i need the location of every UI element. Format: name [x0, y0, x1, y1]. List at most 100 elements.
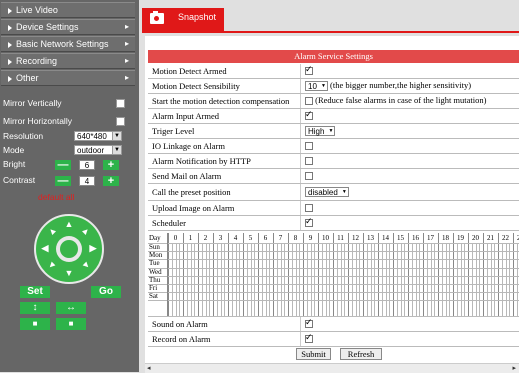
refresh-button[interactable]: Refresh [340, 348, 382, 360]
scheduler-row-line [148, 267, 519, 269]
scheduler-row-line [148, 292, 519, 294]
scheduler-slot-line [336, 243, 338, 316]
chevron-right-icon: ▸ [124, 56, 129, 65]
row-label: Alarm Input Armed [152, 111, 220, 121]
scheduler-slot-line [479, 243, 481, 316]
alarm-input-armed-checkbox[interactable] [305, 109, 313, 121]
mirror-vertically-checkbox[interactable] [116, 99, 125, 108]
send-mail-checkbox[interactable] [305, 172, 313, 181]
motion-compensation-checkbox[interactable] [305, 97, 313, 106]
scheduler-slot-line [261, 243, 263, 316]
nav-label: Live Video [16, 5, 58, 15]
preset-position-select[interactable]: disabled [305, 187, 349, 198]
bright-label: Bright [3, 159, 26, 169]
scheduler-hour-label: 21 [487, 234, 494, 242]
row-label: Upload Image on Alarm [152, 203, 235, 213]
pan-down-left-arrow-icon[interactable]: ▼ [44, 257, 60, 273]
scheduler-grid[interactable]: Day0123456789101112131415161718192021222… [148, 233, 519, 317]
sound-on-alarm-checkbox[interactable] [305, 317, 313, 329]
ptz-control[interactable]: ▲ ▼ ◀ ▶ ▲ ▲ ▼ ▼ [34, 214, 104, 284]
scheduler-slot-line [235, 243, 237, 316]
nav-basic-network-settings[interactable]: Basic Network Settings ▸ [1, 36, 135, 52]
contrast-plus-button[interactable]: + [103, 176, 119, 187]
triangle-right-icon [8, 41, 12, 48]
scheduler-day-label: Fri [149, 284, 158, 292]
scheduler-row-line [148, 251, 519, 253]
scheduler-slot-line [288, 233, 289, 316]
row-note: (Reduce false alarms in case of the ligh… [315, 95, 487, 105]
scheduler-row-line [148, 243, 519, 244]
sensibility-select[interactable]: 10 [305, 81, 328, 92]
scheduler-slot-line [389, 243, 391, 316]
http-notification-checkbox[interactable] [305, 157, 313, 166]
scheduler-slot-line [468, 233, 469, 316]
row-triger-level: Triger Level High [148, 124, 519, 139]
scheduler-slot-line [415, 243, 417, 316]
nav-recording[interactable]: Recording ▸ [1, 53, 135, 69]
stop-square-icon[interactable]: ■ [56, 318, 86, 330]
chevron-right-icon: ▸ [124, 22, 129, 31]
motion-detect-armed-checkbox[interactable] [305, 64, 313, 76]
row-label: Motion Detect Armed [152, 66, 227, 76]
scheduler-hour-label: 1 [188, 234, 193, 242]
scheduler-hour-label: 2 [203, 234, 208, 242]
resolution-select[interactable]: 640*480 ▼ [74, 131, 122, 141]
scheduler-hour-label: 9 [308, 234, 313, 242]
pan-down-arrow-icon[interactable]: ▼ [63, 268, 75, 278]
scheduler-slot-line [250, 243, 252, 316]
pan-left-arrow-icon[interactable]: ◀ [39, 243, 51, 254]
row-label: Record on Alarm [152, 334, 211, 344]
nav-other[interactable]: Other ▸ [1, 70, 135, 86]
scheduler-hour-label: 16 [412, 234, 419, 242]
scheduler-hour-label: 17 [427, 234, 434, 242]
pan-up-right-arrow-icon[interactable]: ▲ [78, 223, 94, 239]
pan-down-right-arrow-icon[interactable]: ▼ [78, 257, 94, 273]
io-linkage-checkbox[interactable] [305, 142, 313, 151]
scheduler-slot-line [396, 243, 398, 316]
pan-up-left-arrow-icon[interactable]: ▲ [44, 223, 60, 239]
contrast-minus-button[interactable]: — [55, 176, 71, 187]
pan-right-arrow-icon[interactable]: ▶ [87, 243, 99, 254]
scheduler-slot-line [258, 233, 259, 316]
triger-level-select[interactable]: High [305, 126, 336, 137]
nav-live-video[interactable]: Live Video [1, 2, 135, 18]
scheduler-hour-label: 19 [457, 234, 464, 242]
scheduler-checkbox[interactable] [305, 216, 313, 228]
scheduler-slot-line [224, 243, 226, 316]
upload-image-checkbox[interactable] [305, 204, 313, 213]
scheduler-slot-line [284, 243, 286, 316]
stop-square-icon[interactable]: ■ [20, 318, 50, 330]
mirror-horizontally-checkbox[interactable] [116, 117, 125, 126]
row-motion-detect-sensibility: Motion Detect Sensibility 10 (the bigger… [148, 79, 519, 94]
submit-button[interactable]: Submit [296, 348, 331, 360]
row-scheduler: Scheduler [148, 216, 519, 231]
scheduler-slot-line [505, 243, 507, 316]
preset-set-button[interactable]: Set [20, 286, 50, 298]
scheduler-slot-line [321, 243, 323, 316]
nav-device-settings[interactable]: Device Settings ▸ [1, 19, 135, 35]
vertical-flip-icon[interactable]: ↕ [20, 302, 50, 314]
record-on-alarm-checkbox[interactable] [305, 332, 313, 344]
preset-go-button[interactable]: Go [91, 286, 121, 298]
scheduler-hour-label: 10 [322, 234, 329, 242]
scheduler-slot-line [239, 243, 241, 316]
scroll-right-icon[interactable]: ▸ [512, 364, 516, 372]
pan-up-arrow-icon[interactable]: ▲ [63, 219, 75, 229]
scheduler-day-label: Wed [149, 267, 162, 276]
horizontal-flip-icon[interactable]: ↔ [56, 302, 86, 314]
scroll-left-icon[interactable]: ◂ [147, 364, 151, 372]
bright-plus-button[interactable]: + [103, 160, 119, 171]
mode-select[interactable]: outdoor ▼ [74, 145, 122, 155]
camera-lens [153, 15, 160, 22]
default-all-link[interactable]: default all [38, 192, 74, 202]
scheduler-slot-line [490, 243, 492, 316]
row-label: Sound on Alarm [152, 319, 208, 329]
mode-value: outdoor [77, 146, 105, 155]
scheduler-slot-line [411, 243, 413, 316]
bright-minus-button[interactable]: — [55, 160, 71, 171]
scheduler-slot-line [344, 243, 346, 316]
scheduler-slot-line [205, 243, 207, 316]
ptz-center-button[interactable] [56, 236, 82, 262]
mirror-vertically-label: Mirror Vertically [3, 98, 62, 108]
tab-snapshot[interactable]: Snapshot [142, 8, 224, 32]
